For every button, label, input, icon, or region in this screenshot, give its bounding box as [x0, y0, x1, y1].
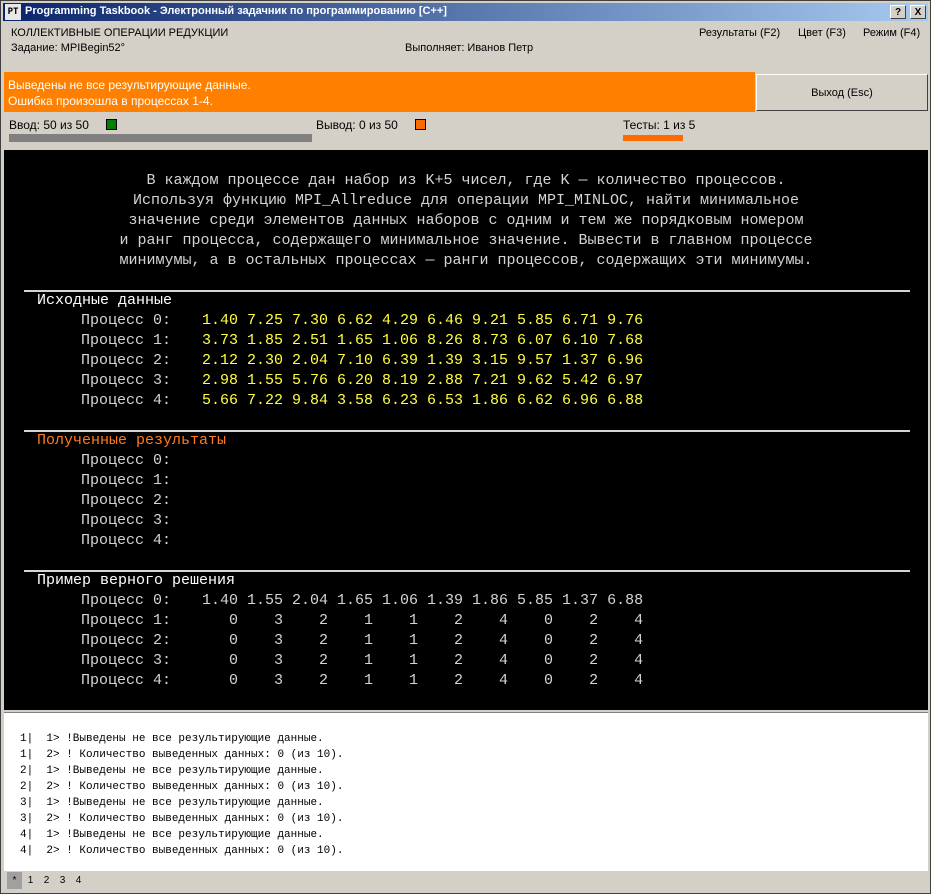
log-tab-all[interactable]: * [7, 872, 22, 889]
error-panel: Выведены не все результирующие данные. О… [4, 72, 755, 112]
example-row-label: Процесс 2: [81, 632, 172, 649]
result-row-label: Процесс 0: [81, 452, 172, 469]
error-line-2: Ошибка произошла в процессах 1-4. [8, 94, 213, 108]
tests-progress-bar [623, 135, 683, 141]
debug-log-panel[interactable]: 1| 1> !Выведены не все результирующие да… [4, 712, 928, 871]
log-line: 4| 2> ! Количество выведенных данных: 0 … [20, 845, 344, 857]
result-row-label: Процесс 3: [81, 512, 172, 529]
exit-button[interactable]: Выход (Esc) [756, 74, 928, 111]
log-line: 1| 2> ! Количество выведенных данных: 0 … [20, 749, 344, 761]
task-label: Задание: MPIBegin52° [11, 42, 126, 54]
task-text-line: минимумы, а в остальных процессах — ранг… [119, 252, 813, 269]
source-row-label: Процесс 3: [81, 372, 172, 389]
example-row-values: 0 3 2 1 1 2 4 0 2 4 [202, 632, 644, 649]
log-tab-4[interactable]: 4 [71, 872, 86, 889]
log-line: 1| 1> !Выведены не все результирующие да… [20, 733, 324, 745]
example-row-values: 0 3 2 1 1 2 4 0 2 4 [202, 612, 644, 629]
log-line: 4| 1> !Выведены не все результирующие да… [20, 829, 324, 841]
log-tab-1[interactable]: 1 [23, 872, 38, 889]
error-line-1: Выведены не все результирующие данные. [8, 78, 251, 92]
results-menu[interactable]: Результаты (F2) [699, 27, 780, 39]
color-menu[interactable]: Цвет (F3) [798, 27, 846, 39]
source-row-label: Процесс 4: [81, 392, 172, 409]
example-row-label: Процесс 1: [81, 612, 172, 629]
output-status: Вывод: 0 из 50 [316, 118, 398, 132]
log-line: 2| 2> ! Количество выведенных данных: 0 … [20, 781, 344, 793]
topic-label: КОЛЛЕКТИВНЫЕ ОПЕРАЦИИ РЕДУКЦИИ [11, 27, 229, 39]
task-text-line: В каждом процессе дан набор из K+5 чисел… [146, 172, 786, 189]
example-row-label: Процесс 3: [81, 652, 172, 669]
status-row: Ввод: 50 из 50 Вывод: 0 из 50 Тесты: 1 и… [4, 115, 928, 148]
task-console: В каждом процессе дан набор из K+5 чисел… [4, 150, 928, 710]
source-row-label: Процесс 0: [81, 312, 172, 329]
window-title: Programming Taskbook - Электронный задач… [25, 5, 447, 17]
example-row-values: 0 3 2 1 1 2 4 0 2 4 [202, 652, 644, 669]
app-icon: PT [5, 4, 21, 20]
source-row-values: 3.73 1.85 2.51 1.65 1.06 8.26 8.73 6.07 … [202, 332, 644, 349]
source-row-values: 1.40 7.25 7.30 6.62 4.29 6.46 9.21 5.85 … [202, 312, 644, 329]
log-tab-3[interactable]: 3 [55, 872, 70, 889]
result-row-label: Процесс 1: [81, 472, 172, 489]
performer-label: Выполняет: Иванов Петр [405, 42, 534, 54]
input-progress-bar [9, 134, 312, 142]
tests-status: Тесты: 1 из 5 [623, 118, 696, 132]
source-row-values: 2.98 1.55 5.76 6.20 8.19 2.88 7.21 9.62 … [202, 372, 644, 389]
example-heading: Пример верного решения [37, 572, 236, 589]
log-tab-2[interactable]: 2 [39, 872, 54, 889]
close-button[interactable]: X [910, 5, 926, 19]
title-bar[interactable]: PT Programming Taskbook - Электронный за… [3, 3, 928, 21]
log-line: 3| 1> !Выведены не все результирующие да… [20, 797, 324, 809]
source-heading: Исходные данные [37, 292, 173, 309]
example-row-values: 0 3 2 1 1 2 4 0 2 4 [202, 672, 644, 689]
log-line: 2| 1> !Выведены не все результирующие да… [20, 765, 324, 777]
task-text-line: значение среди элементов данных наборов … [128, 212, 804, 229]
results-heading: Полученные результаты [37, 432, 227, 449]
source-row-values: 2.12 2.30 2.04 7.10 6.39 1.39 3.15 9.57 … [202, 352, 644, 369]
input-status: Ввод: 50 из 50 [9, 118, 89, 132]
example-row-values: 1.40 1.55 2.04 1.65 1.06 1.39 1.86 5.85 … [202, 592, 644, 609]
result-row-label: Процесс 2: [81, 492, 172, 509]
result-row-label: Процесс 4: [81, 532, 172, 549]
source-row-label: Процесс 1: [81, 332, 172, 349]
source-row-label: Процесс 2: [81, 352, 172, 369]
example-row-label: Процесс 0: [81, 592, 172, 609]
source-row-values: 5.66 7.22 9.84 3.58 6.23 6.53 1.86 6.62 … [202, 392, 644, 409]
log-line: 3| 2> ! Количество выведенных данных: 0 … [20, 813, 344, 825]
task-text-line: Используя функцию MPI_Allreduce для опер… [132, 192, 800, 209]
output-indicator-icon [415, 119, 426, 130]
input-indicator-icon [106, 119, 117, 130]
main-window: PT Programming Taskbook - Электронный за… [0, 0, 931, 894]
mode-menu[interactable]: Режим (F4) [863, 27, 920, 39]
task-text-line: и ранг процесса, содержащего минимальное… [119, 232, 813, 249]
example-row-label: Процесс 4: [81, 672, 172, 689]
help-button[interactable]: ? [890, 5, 906, 19]
